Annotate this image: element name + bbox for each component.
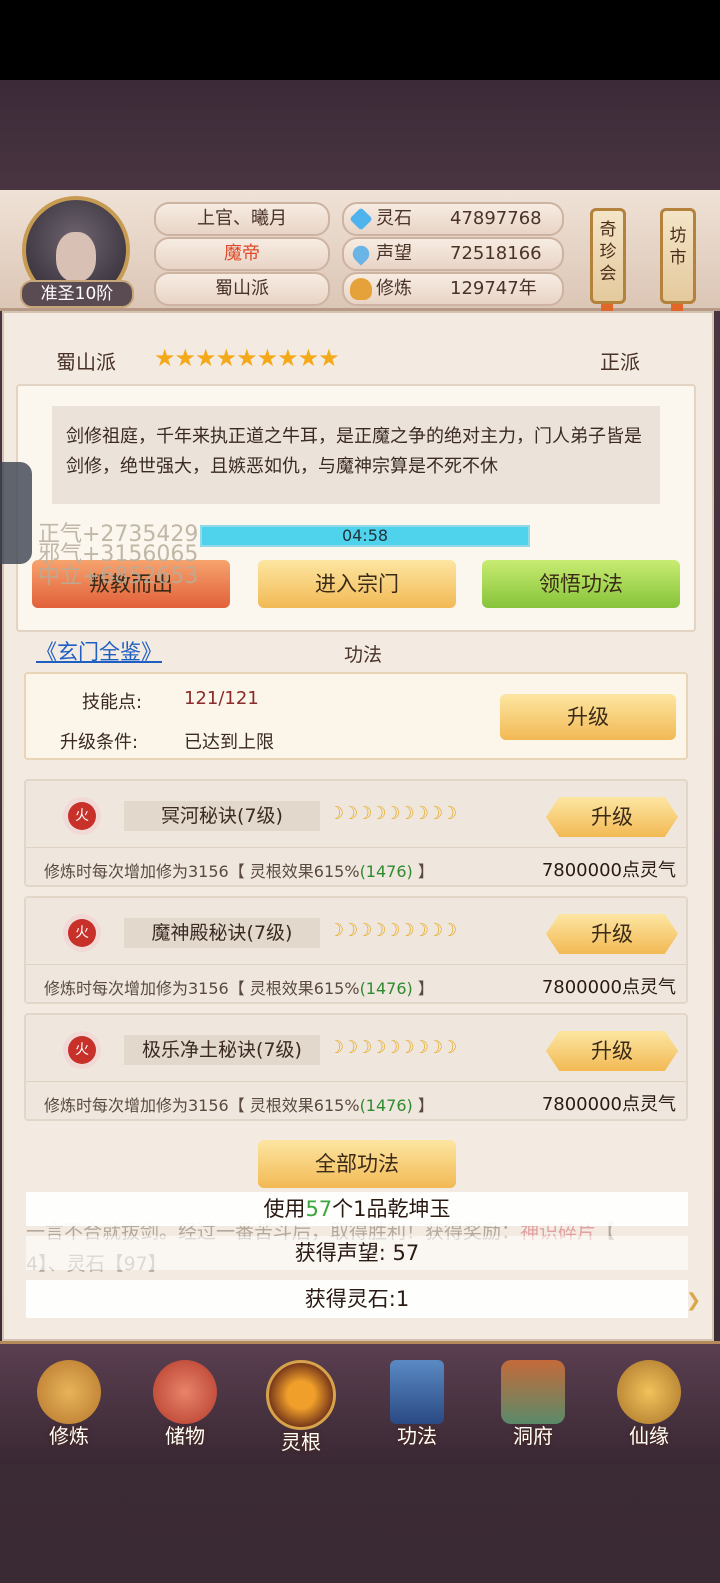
effect-close: 】 <box>412 862 434 881</box>
effect-bonus: (1476) <box>359 979 413 998</box>
meditation-figure-icon <box>37 1360 101 1424</box>
technique-name: 冥河秘诀(7级) <box>124 801 320 831</box>
use-item-toast: 使用57个1品乾坤玉 <box>26 1192 688 1226</box>
nav-item-cultivate[interactable]: 修炼 <box>26 1360 112 1450</box>
all-techniques-button[interactable]: 全部功法 <box>258 1140 456 1188</box>
toast-text-2: 个1品乾坤玉 <box>332 1197 451 1221</box>
enter-sect-button[interactable]: 进入宗门 <box>258 560 456 608</box>
effect-text: 修炼时每次增加修为3156【 灵根效果615% <box>44 862 360 881</box>
technique-name: 极乐净土秘诀(7级) <box>124 1035 320 1065</box>
skill-upgrade-button[interactable]: 升级 <box>500 694 676 740</box>
sect-alignment: 正派 <box>600 350 640 374</box>
stat-value: 72518166 <box>450 243 542 264</box>
sect-stars: ★★★★★★★★★ <box>154 344 340 372</box>
level-moons: ☽☽☽☽☽☽☽☽☽ <box>328 920 457 941</box>
nav-item-immortal-fate[interactable]: 仙缘 <box>606 1360 692 1450</box>
stat-value: 129747年 <box>450 278 537 299</box>
spirit-root-icon <box>266 1360 336 1430</box>
technique-name: 魔神殿秘诀(7级) <box>124 918 320 948</box>
fire-element-icon: 火 <box>68 1036 96 1064</box>
technique-effect: 修炼时每次增加修为3156【 灵根效果615%(1476) 】 <box>44 975 434 999</box>
nav-label: 灵根 <box>281 1430 321 1454</box>
storage-bag-icon <box>153 1360 217 1424</box>
stat-reputation: 声望 72518166 <box>342 237 564 271</box>
reputation-icon <box>349 242 373 266</box>
fire-element-icon: 火 <box>68 802 96 830</box>
nav-label: 储物 <box>165 1424 205 1448</box>
upgrade-condition-value: 已达到上限 <box>184 732 274 753</box>
technique-upgrade-button[interactable]: 升级 <box>546 1031 678 1071</box>
nav-label: 修炼 <box>49 1424 89 1448</box>
effect-text: 修炼时每次增加修为3156【 灵根效果615% <box>44 1096 360 1115</box>
technique-card: 火 冥河秘诀(7级) ☽☽☽☽☽☽☽☽☽ 升级 修炼时每次增加修为3156【 灵… <box>24 779 688 887</box>
skill-points-value: 121/121 <box>184 688 259 709</box>
technique-upgrade-button[interactable]: 升级 <box>546 797 678 837</box>
spirit-stone-toast: 获得灵石:1 <box>26 1280 688 1318</box>
technique-effect: 修炼时每次增加修为3156【 灵根效果615%(1476) 】 <box>44 1092 434 1116</box>
technique-book-icon <box>390 1360 444 1424</box>
timer-text: 04:58 <box>341 526 389 545</box>
comprehend-technique-button[interactable]: 领悟功法 <box>482 560 680 608</box>
scroll-label: 奇珍会 <box>599 220 617 284</box>
player-title: 魔帝 <box>154 237 330 271</box>
toast-count: 57 <box>305 1197 333 1221</box>
technique-cost: 7800000点灵气 <box>541 860 676 881</box>
rank-badge: 准圣10阶 <box>20 280 134 308</box>
nav-item-storage[interactable]: 储物 <box>142 1360 228 1450</box>
chevron-right-icon[interactable]: ❯ <box>686 1290 701 1311</box>
nav-item-techniques[interactable]: 功法 <box>374 1360 460 1450</box>
nav-label: 功法 <box>397 1424 437 1448</box>
meditation-icon <box>350 278 372 300</box>
market-button[interactable]: 坊市 <box>660 208 696 304</box>
level-moons: ☽☽☽☽☽☽☽☽☽ <box>328 1037 457 1058</box>
encyclopedia-link[interactable]: 《玄门全鉴》 <box>36 636 162 666</box>
effect-close: 】 <box>412 1096 434 1115</box>
status-bar <box>0 0 720 80</box>
timer-bar: 04:58 <box>200 525 530 547</box>
stat-cultivation: 修炼 129747年 <box>342 272 564 306</box>
cave-mansion-icon <box>501 1360 565 1424</box>
stat-spirit-stone: 灵石 47897768 <box>342 202 564 236</box>
sect-name: 蜀山派 <box>56 350 116 374</box>
technique-cost: 7800000点灵气 <box>541 1094 676 1115</box>
effect-bonus: (1476) <box>359 1096 413 1115</box>
effect-close: 】 <box>412 979 434 998</box>
fire-element-icon: 火 <box>68 919 96 947</box>
technique-section-title: 功法 <box>344 644 383 666</box>
technique-cost: 7800000点灵气 <box>541 977 676 998</box>
technique-card: 火 魔神殿秘诀(7级) ☽☽☽☽☽☽☽☽☽ 升级 修炼时每次增加修为3156【 … <box>24 896 688 1004</box>
avatar-face <box>56 232 96 282</box>
toast-text: 使用 <box>263 1197 306 1221</box>
scroll-label: 坊市 <box>669 226 687 268</box>
technique-effect: 修炼时每次增加修为3156【 灵根效果615%(1476) 】 <box>44 858 434 882</box>
stat-label: 声望 <box>376 243 412 264</box>
neutral-stat: 中立+6852653 <box>38 564 199 589</box>
skill-points-label: 技能点: <box>82 692 143 713</box>
stat-label: 修炼 <box>376 278 412 299</box>
sect-description: 剑修祖庭，千年来执正道之牛耳，是正魔之争的绝对主力，门人弟子皆是剑修，绝世强大，… <box>52 406 660 504</box>
side-drawer-handle[interactable] <box>0 462 32 564</box>
level-moons: ☽☽☽☽☽☽☽☽☽ <box>328 803 457 824</box>
stat-label: 灵石 <box>376 208 412 229</box>
nav-item-cave[interactable]: 洞府 <box>490 1360 576 1450</box>
technique-upgrade-button[interactable]: 升级 <box>546 914 678 954</box>
immortal-fate-icon <box>617 1360 681 1424</box>
effect-bonus: (1476) <box>359 862 413 881</box>
evil-stat: 邪气+3156065 <box>38 542 199 567</box>
player-sect: 蜀山派 <box>154 272 330 306</box>
upgrade-condition-label: 升级条件: <box>60 732 139 753</box>
treasure-auction-button[interactable]: 奇珍会 <box>590 208 626 304</box>
nav-label: 洞府 <box>513 1424 553 1448</box>
technique-card: 火 极乐净土秘诀(7级) ☽☽☽☽☽☽☽☽☽ 升级 修炼时每次增加修为3156【… <box>24 1013 688 1121</box>
stat-value: 47897768 <box>450 208 542 229</box>
reputation-toast: 获得声望: 57 <box>26 1236 688 1270</box>
nav-label: 仙缘 <box>629 1424 669 1448</box>
spirit-stone-icon <box>349 207 373 231</box>
player-name: 上官、曦月 <box>154 202 330 236</box>
nav-item-spirit-root[interactable]: 灵根 <box>258 1360 344 1454</box>
skill-points-box: 技能点: 121/121 升级条件: 已达到上限 升级 <box>24 672 688 760</box>
effect-text: 修炼时每次增加修为3156【 灵根效果615% <box>44 979 360 998</box>
